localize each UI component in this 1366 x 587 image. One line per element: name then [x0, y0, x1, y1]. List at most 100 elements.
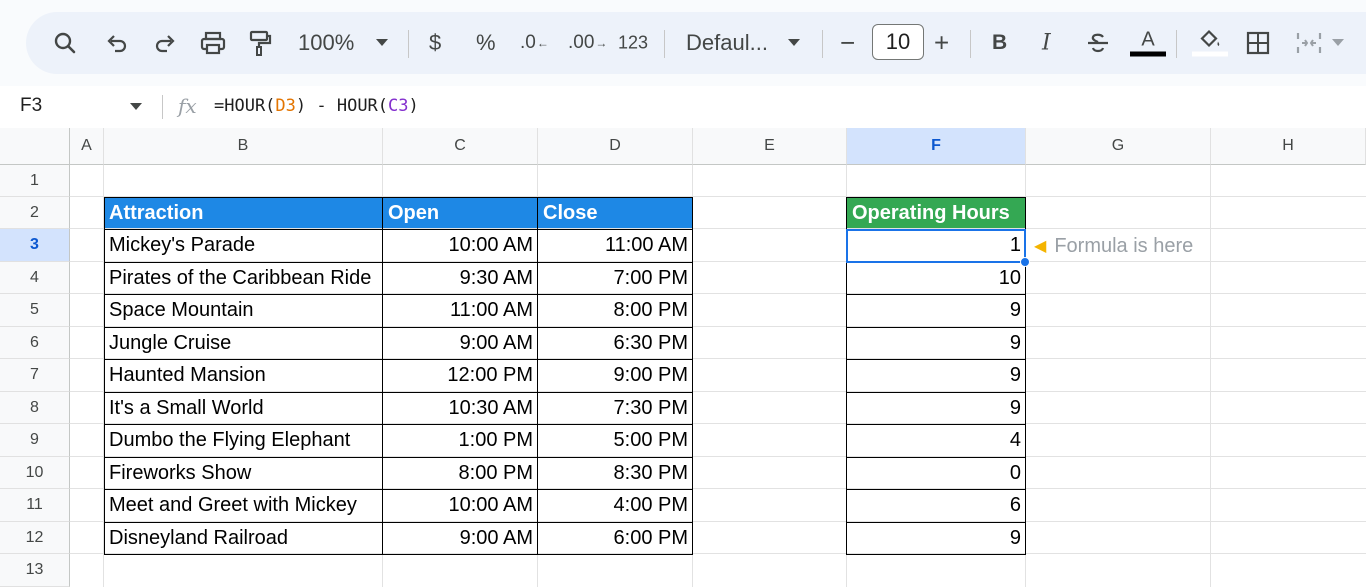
zoom-select[interactable]: 100%	[298, 30, 354, 56]
column-header-d[interactable]: D	[538, 128, 693, 165]
borders-icon[interactable]	[1246, 31, 1270, 55]
font-select[interactable]: Defaul...	[686, 30, 768, 56]
cell-open[interactable]: 1:00 PM	[383, 424, 538, 457]
cell-open[interactable]: 10:00 AM	[383, 229, 538, 262]
row-header-10[interactable]: 10	[0, 457, 70, 489]
cell-close[interactable]: 9:00 PM	[538, 359, 693, 392]
italic-button[interactable]: I	[1042, 31, 1051, 56]
font-dropdown-icon[interactable]	[788, 39, 800, 47]
table-border	[846, 262, 1026, 263]
row-header-5[interactable]: 5	[0, 294, 70, 327]
row-header-3[interactable]: 3	[0, 229, 70, 262]
row-header-12[interactable]: 12	[0, 522, 70, 554]
select-all-corner[interactable]	[0, 128, 70, 165]
column-header-h[interactable]: H	[1211, 128, 1366, 165]
cell-operating-hours[interactable]: 9	[847, 522, 1026, 554]
formula-input[interactable]: =HOUR(D3) - HOUR(C3)	[214, 96, 419, 116]
search-icon[interactable]	[54, 32, 76, 54]
fill-handle[interactable]	[1020, 257, 1030, 267]
cell-operating-hours[interactable]: 4	[847, 424, 1026, 457]
number-format-button[interactable]: 123	[618, 33, 648, 54]
header-attraction[interactable]: Attraction	[104, 197, 383, 229]
cell-close[interactable]: 5:00 PM	[538, 424, 693, 457]
cell-close[interactable]: 6:00 PM	[538, 522, 693, 554]
fill-color-button[interactable]	[1192, 29, 1228, 57]
cell-operating-hours[interactable]: 0	[847, 457, 1026, 489]
name-box-dropdown-icon[interactable]	[130, 103, 142, 110]
column-header-c[interactable]: C	[383, 128, 538, 165]
column-header-f[interactable]: F	[847, 128, 1026, 165]
cell-open[interactable]: 9:30 AM	[383, 262, 538, 294]
cell-close[interactable]: 8:00 PM	[538, 294, 693, 327]
name-box[interactable]: F3	[20, 95, 42, 117]
cell-open[interactable]: 8:00 PM	[383, 457, 538, 489]
redo-icon[interactable]	[154, 33, 176, 53]
cell-attraction[interactable]: Jungle Cruise	[104, 327, 383, 359]
cell-close[interactable]: 8:30 PM	[538, 457, 693, 489]
cell-close[interactable]: 6:30 PM	[538, 327, 693, 359]
row-header-4[interactable]: 4	[0, 262, 70, 294]
undo-icon[interactable]	[106, 33, 128, 53]
cell-attraction[interactable]: Haunted Mansion	[104, 359, 383, 392]
decrease-font-size-button[interactable]: −	[840, 28, 855, 59]
text-color-button[interactable]: A	[1130, 30, 1166, 57]
cell-operating-hours[interactable]: 9	[847, 327, 1026, 359]
column-header-e[interactable]: E	[693, 128, 847, 165]
cell-attraction[interactable]: Mickey's Parade	[104, 229, 383, 262]
formula-bar: F3 fx =HOUR(D3) - HOUR(C3)	[0, 86, 1366, 128]
cell-attraction[interactable]: Space Mountain	[104, 294, 383, 327]
column-header-a[interactable]: A	[70, 128, 104, 165]
cell-attraction[interactable]: Dumbo the Flying Elephant	[104, 424, 383, 457]
cell-open[interactable]: 10:00 AM	[383, 489, 538, 522]
cell-operating-hours[interactable]: 9	[847, 359, 1026, 392]
cell-operating-hours[interactable]: 10	[847, 262, 1026, 294]
increase-decimal-button[interactable]: .00 →	[568, 32, 607, 54]
print-icon[interactable]	[200, 31, 226, 55]
cell-open[interactable]: 12:00 PM	[383, 359, 538, 392]
bold-button[interactable]: B	[992, 31, 1007, 55]
percent-format-button[interactable]: %	[476, 30, 496, 56]
column-header-g[interactable]: G	[1026, 128, 1211, 165]
table-border	[104, 392, 693, 393]
paint-format-icon[interactable]	[248, 30, 272, 56]
cell-open[interactable]: 9:00 AM	[383, 522, 538, 554]
cell-close[interactable]: 4:00 PM	[538, 489, 693, 522]
cell-close[interactable]: 11:00 AM	[538, 229, 693, 262]
increase-font-size-button[interactable]: +	[934, 28, 949, 59]
merge-dropdown-icon[interactable]	[1332, 39, 1344, 47]
cell-close[interactable]: 7:00 PM	[538, 262, 693, 294]
cell-operating-hours[interactable]: 9	[847, 294, 1026, 327]
merge-cells-icon[interactable]	[1296, 31, 1322, 55]
column-header-b[interactable]: B	[104, 128, 383, 165]
cell-open[interactable]: 10:30 AM	[383, 392, 538, 424]
header-close[interactable]: Close	[538, 197, 693, 229]
row-header-11[interactable]: 11	[0, 489, 70, 522]
cell-operating-hours[interactable]: 9	[847, 392, 1026, 424]
cell-attraction[interactable]: Meet and Greet with Mickey	[104, 489, 383, 522]
currency-format-button[interactable]: $	[429, 30, 441, 56]
header-operating-hours[interactable]: Operating Hours	[847, 197, 1026, 229]
cell-open[interactable]: 11:00 AM	[383, 294, 538, 327]
cell-close[interactable]: 7:30 PM	[538, 392, 693, 424]
cell-operating-hours[interactable]: 6	[847, 489, 1026, 522]
cell-attraction[interactable]: Pirates of the Caribbean Ride	[104, 262, 383, 294]
cell-attraction[interactable]: Disneyland Railroad	[104, 522, 383, 554]
zoom-dropdown-icon[interactable]	[376, 39, 388, 47]
font-size-input[interactable]: 10	[872, 24, 924, 60]
row-header-1[interactable]: 1	[0, 165, 70, 197]
cell-operating-hours[interactable]: 1	[847, 229, 1026, 262]
row-header-6[interactable]: 6	[0, 327, 70, 359]
header-open[interactable]: Open	[383, 197, 538, 229]
cell-attraction[interactable]: It's a Small World	[104, 392, 383, 424]
cell-attraction[interactable]: Fireworks Show	[104, 457, 383, 489]
row-header-8[interactable]: 8	[0, 392, 70, 424]
left-arrow-icon: ←	[536, 36, 549, 50]
table-border	[846, 197, 847, 554]
row-header-7[interactable]: 7	[0, 359, 70, 392]
row-header-13[interactable]: 13	[0, 554, 70, 587]
row-header-2[interactable]: 2	[0, 197, 70, 229]
strikethrough-icon[interactable]	[1086, 32, 1110, 54]
decrease-decimal-button[interactable]: .0 ←	[520, 32, 549, 54]
row-header-9[interactable]: 9	[0, 424, 70, 457]
cell-open[interactable]: 9:00 AM	[383, 327, 538, 359]
